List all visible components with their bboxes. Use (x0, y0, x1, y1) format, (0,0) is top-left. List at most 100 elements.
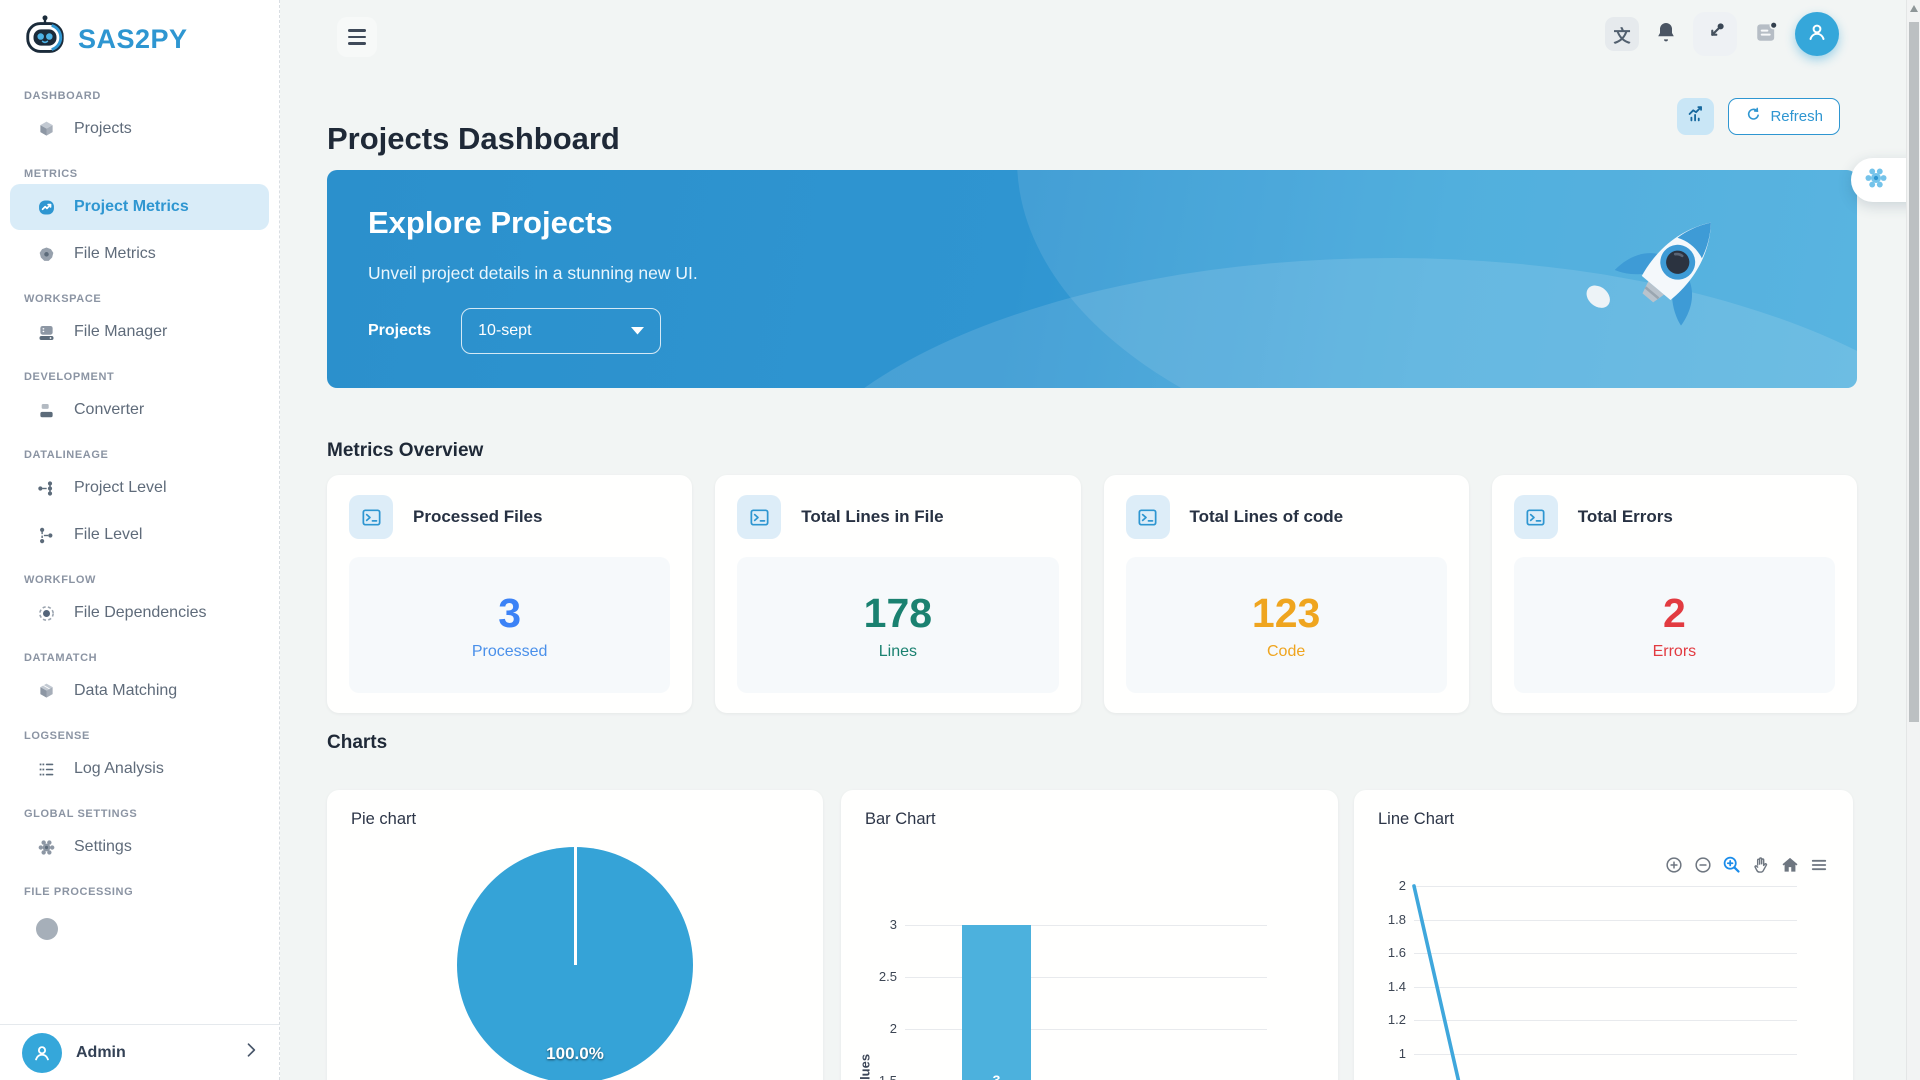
metric-card-total-lines-code: Total Lines of code 123 Code (1104, 475, 1469, 713)
sidebar-item-label: Project Level (74, 479, 167, 497)
focus-icon (36, 603, 57, 624)
bar-chart-card: 32.521.53Values Bar Chart (841, 790, 1338, 1080)
main-content: 文 Proj (280, 0, 1906, 1080)
home-icon[interactable] (1779, 854, 1800, 875)
charts-row: 100.0% Pie chart 32.521.53Values Bar Cha… (280, 790, 1906, 1080)
sidebar-item-file-manager[interactable]: File Manager (10, 309, 269, 355)
pie-chart-area: 100.0% (327, 790, 823, 1080)
collapse-button[interactable] (1693, 12, 1737, 56)
bar-trend-icon (1685, 103, 1707, 130)
sidebar: SAS2PY DASHBOARD Projects METRICS Projec… (0, 0, 280, 1080)
pie-slice-label: 100.0% (525, 1044, 625, 1064)
sidebar-item-label: Settings (74, 838, 132, 856)
metric-card-total-errors: Total Errors 2 Errors (1492, 475, 1857, 713)
charts-heading: Charts (327, 732, 387, 754)
converter-icon (36, 400, 57, 421)
line-chart-area: 21.81.61.41.21 (1354, 790, 1853, 1080)
metrics-trend-icon (36, 197, 57, 218)
zoom-in-icon[interactable] (1663, 854, 1684, 875)
arrow-down-left-icon (1702, 19, 1728, 50)
sidebar-nav: DASHBOARD Projects METRICS Project Metri… (0, 74, 279, 1024)
sidebar-item-label: Project Metrics (74, 198, 189, 216)
sidebar-item-label: File Level (74, 526, 142, 544)
terminal-icon (1126, 495, 1170, 539)
language-button[interactable]: 文 (1605, 17, 1639, 51)
explore-banner: Explore Projects Unveil project details … (327, 170, 1857, 388)
metric-label: Errors (1653, 643, 1697, 661)
bar-gridline (905, 1029, 1267, 1030)
metric-value: 123 (1252, 590, 1320, 637)
gear-icon (36, 837, 57, 858)
user-avatar-button[interactable] (1795, 12, 1839, 56)
scrollbar-thumb[interactable] (1909, 22, 1919, 722)
metrics-heading: Metrics Overview (327, 440, 483, 462)
banner-title: Explore Projects (368, 205, 613, 241)
page-title: Projects Dashboard (327, 121, 620, 157)
sidebar-item-file-metrics[interactable]: File Metrics (10, 231, 269, 277)
metric-card-processed-files: Processed Files 3 Processed (327, 475, 692, 713)
page-scrollbar (1906, 0, 1920, 1080)
sidebar-item-settings[interactable]: Settings (10, 824, 269, 870)
metric-card-total-lines-file: Total Lines in File 178 Lines (715, 475, 1080, 713)
banner-subtitle: Unveil project details in a stunning new… (368, 263, 698, 284)
nav-section-global-settings: GLOBAL SETTINGS (24, 808, 255, 820)
metric-title: Processed Files (413, 507, 542, 527)
sidebar-item-converter[interactable]: Converter (10, 387, 269, 433)
bell-icon (1654, 20, 1678, 49)
metric-title: Total Lines in File (801, 507, 943, 527)
app-name: SAS2PY (78, 24, 188, 55)
zoom-out-icon[interactable] (1692, 854, 1713, 875)
hierarchy-icon (36, 478, 57, 499)
nav-section-workspace: WORKSPACE (24, 293, 255, 305)
nav-section-workflow: WORKFLOW (24, 574, 255, 586)
sidebar-toggle-button[interactable] (337, 17, 377, 57)
scroll-up-arrow[interactable] (1910, 5, 1918, 12)
admin-name: Admin (76, 1044, 227, 1062)
project-select[interactable]: 10-sept (461, 308, 661, 354)
pan-hand-icon[interactable] (1750, 854, 1771, 875)
notifications-button[interactable] (1654, 20, 1678, 49)
sidebar-item-data-matching[interactable]: Data Matching (10, 668, 269, 714)
pie-slice-divider (574, 847, 577, 965)
sidebar-item-log-analysis[interactable]: Log Analysis (10, 746, 269, 792)
bar-gridline (905, 977, 1267, 978)
zoom-box-icon[interactable] (1721, 854, 1742, 875)
sidebar-item-label: Projects (74, 120, 132, 138)
sidebar-item-projects[interactable]: Projects (10, 106, 269, 152)
bar-series (962, 925, 1031, 1080)
topbar-actions: 文 (1605, 12, 1839, 56)
robot-logo-icon (22, 14, 68, 65)
metric-value: 178 (864, 590, 932, 637)
refresh-icon (1745, 106, 1762, 127)
metric-title: Total Errors (1578, 507, 1673, 527)
sidebar-item-file-level[interactable]: File Level (10, 512, 269, 558)
user-icon (1805, 20, 1829, 49)
sidebar-item-project-level[interactable]: Project Level (10, 465, 269, 511)
metric-value: 2 (1663, 590, 1686, 637)
metric-panel: 2 Errors (1514, 557, 1835, 693)
sidebar-item-project-metrics[interactable]: Project Metrics (10, 184, 269, 230)
line-chart-card: 21.81.61.41.21 Line Chart (1354, 790, 1853, 1080)
app-logo[interactable]: SAS2PY (0, 0, 279, 73)
metric-label: Lines (879, 643, 917, 661)
refresh-label: Refresh (1770, 108, 1823, 125)
bar-ytick-label: 3 (841, 917, 897, 932)
admin-footer[interactable]: Admin (0, 1024, 279, 1080)
chart-toggle-button[interactable] (1677, 98, 1714, 135)
refresh-button[interactable]: Refresh (1728, 98, 1840, 135)
metric-label: Processed (472, 643, 548, 661)
app-root: SAS2PY DASHBOARD Projects METRICS Projec… (0, 0, 1920, 1080)
chevron-right-icon[interactable] (241, 1040, 261, 1065)
sidebar-item-file-dependencies[interactable]: File Dependencies (10, 590, 269, 636)
nav-section-logsense: LOGSENSE (24, 730, 255, 742)
menu-icon[interactable] (1808, 854, 1829, 875)
bar-value-label: 3 (962, 1072, 1031, 1080)
sidebar-item-label: Log Analysis (74, 760, 164, 778)
list-icon (36, 759, 57, 780)
package-icon (36, 681, 57, 702)
metric-panel: 3 Processed (349, 557, 670, 693)
chart-title: Line Chart (1378, 810, 1454, 829)
nav-section-development: DEVELOPMENT (24, 371, 255, 383)
notes-button[interactable] (1752, 18, 1780, 51)
sidebar-item-label: Data Matching (74, 682, 177, 700)
